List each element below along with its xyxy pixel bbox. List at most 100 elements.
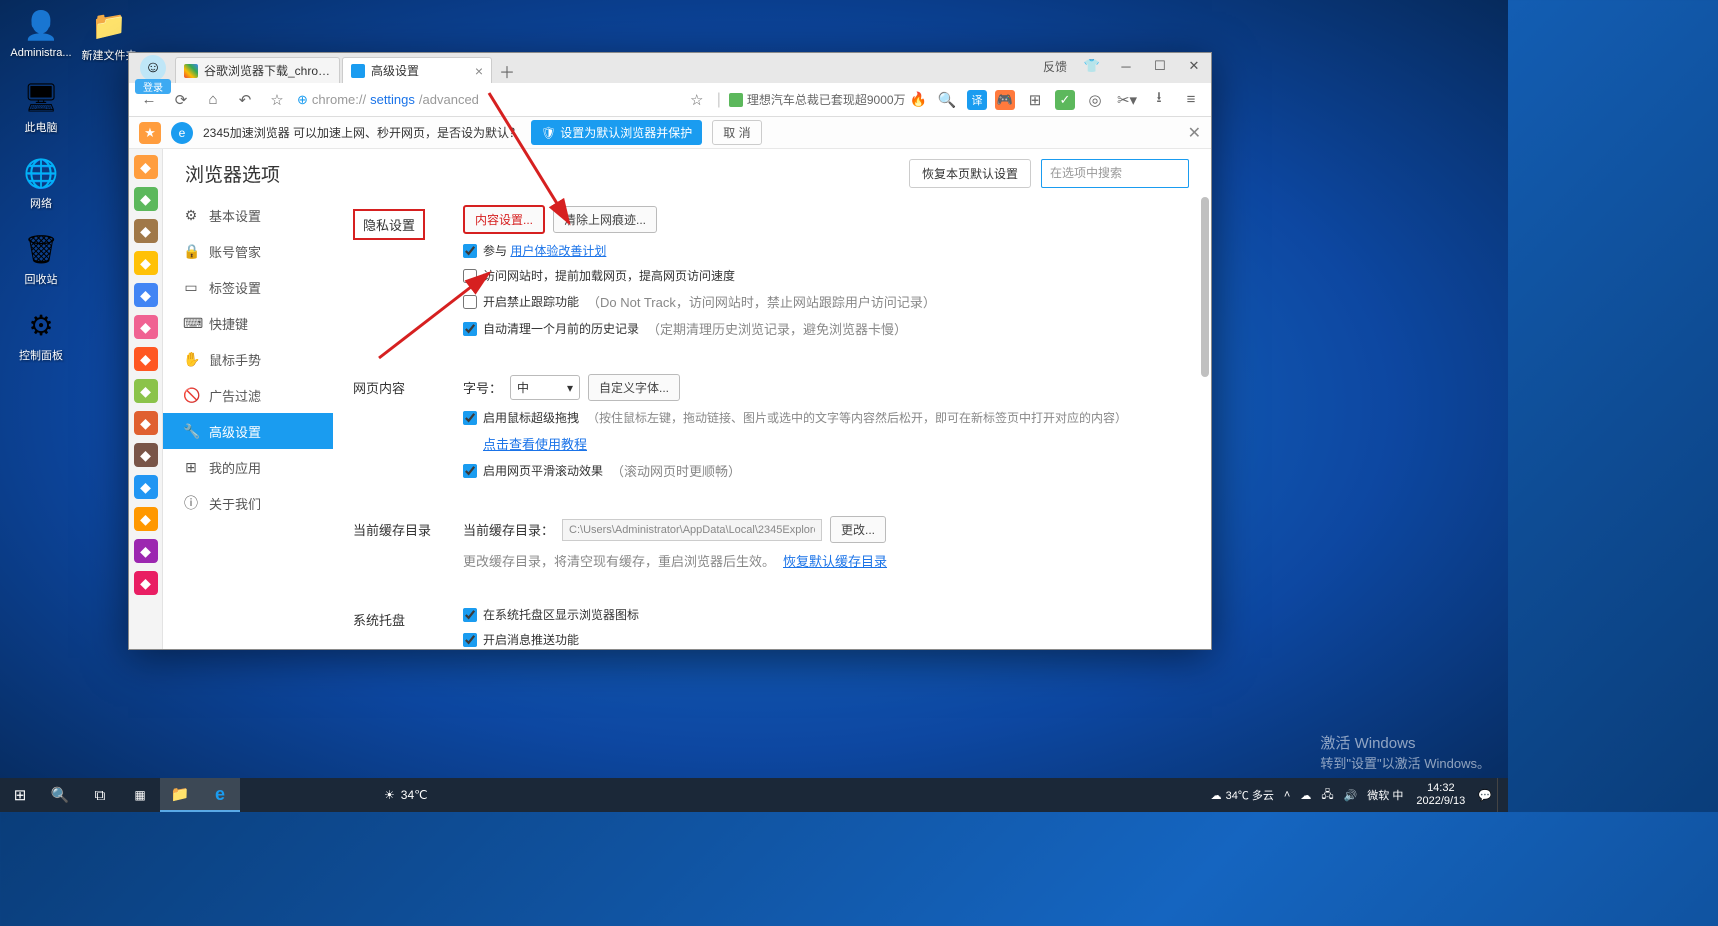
- show-desktop[interactable]: [1497, 778, 1508, 812]
- taskbar-search-button[interactable]: 🔍: [40, 778, 80, 812]
- undo-button[interactable]: ↶: [233, 88, 257, 112]
- apps-icon[interactable]: ⊞: [1023, 88, 1047, 112]
- rail-app-icon[interactable]: ◆: [134, 411, 158, 435]
- rail-app-icon[interactable]: ◆: [134, 443, 158, 467]
- rail-app-icon[interactable]: ◆: [134, 507, 158, 531]
- favorite-button[interactable]: ☆: [265, 88, 289, 112]
- custom-font-button[interactable]: 自定义字体...: [588, 374, 680, 401]
- privacy-label-highlighted: 隐私设置: [353, 209, 425, 240]
- volume-icon[interactable]: 🔊: [1339, 778, 1363, 812]
- avatar-login[interactable]: ☺ 登录: [135, 55, 171, 94]
- menu-icon[interactable]: ≡: [1179, 88, 1203, 112]
- ux-plan-link[interactable]: 用户体验改善计划: [510, 244, 606, 258]
- scrollbar[interactable]: [1201, 197, 1209, 649]
- url-display[interactable]: ⊕ chrome://settings/advanced: [297, 92, 479, 108]
- notifications-icon[interactable]: 💬: [1473, 778, 1497, 812]
- tab-close-icon[interactable]: ×: [475, 63, 483, 79]
- desktop-icon[interactable]: 🌐网络: [10, 153, 72, 211]
- home-button[interactable]: ⌂: [201, 88, 225, 112]
- ime-indicator[interactable]: 微软 中: [1362, 778, 1408, 812]
- nav-item-我的应用[interactable]: ⊞我的应用: [163, 449, 333, 485]
- rail-app-icon[interactable]: ◆: [134, 187, 158, 211]
- rail-app-icon[interactable]: ◆: [134, 475, 158, 499]
- search-input[interactable]: [1041, 159, 1189, 188]
- search-icon[interactable]: 🔍: [935, 88, 959, 112]
- promo-close-button[interactable]: ✕: [1188, 123, 1201, 143]
- rail-app-icon[interactable]: ◆: [134, 379, 158, 403]
- game-icon[interactable]: 🎮: [995, 90, 1015, 110]
- apps-grid-button[interactable]: ▦: [120, 778, 160, 812]
- rail-app-icon[interactable]: ◆: [134, 539, 158, 563]
- checkbox-tray-icon[interactable]: 在系统托盘区显示浏览器图标: [463, 606, 639, 623]
- font-size-select[interactable]: 中▾: [510, 375, 580, 400]
- taskbar-browser[interactable]: e: [200, 778, 240, 812]
- window-close-button[interactable]: ✕: [1181, 55, 1207, 77]
- checkbox-auto-clear[interactable]: 自动清理一个月前的历史记录: [463, 320, 639, 337]
- desktop-ico-glyph: 🖥: [21, 77, 61, 117]
- browser-tab[interactable]: 谷歌浏览器下载_chrome浏览: [175, 57, 340, 83]
- window-skin-icon[interactable]: 👕: [1079, 55, 1105, 77]
- taskbar-weather-left[interactable]: ☀34℃: [384, 788, 428, 802]
- checkbox-push[interactable]: 开启消息推送功能: [463, 631, 579, 648]
- checkbox-smooth-scroll[interactable]: 启用网页平滑滚动效果: [463, 462, 603, 479]
- rail-app-icon[interactable]: ◆: [134, 347, 158, 371]
- feedback-link[interactable]: 反馈: [1043, 58, 1067, 75]
- start-button[interactable]: ⊞: [0, 778, 40, 812]
- nav-item-广告过滤[interactable]: 🚫广告过滤: [163, 377, 333, 413]
- window-maximize-button[interactable]: ☐: [1147, 55, 1173, 77]
- content-settings-button[interactable]: 内容设置...: [463, 205, 545, 234]
- section-tray: 系统托盘 在系统托盘区显示浏览器图标 开启消息推送功能 开启消息闪动提醒: [353, 606, 1191, 649]
- change-cache-button[interactable]: 更改...: [830, 516, 886, 543]
- capture-icon[interactable]: ◎: [1083, 88, 1107, 112]
- tutorial-link[interactable]: 点击查看使用教程: [483, 434, 587, 453]
- desktop-icon[interactable]: 🖥此电脑: [10, 77, 72, 135]
- clear-browsing-button[interactable]: 清除上网痕迹...: [553, 206, 657, 233]
- rail-app-icon[interactable]: ◆: [134, 251, 158, 275]
- taskbar-weather-right[interactable]: ☁ 34℃ 多云: [1206, 778, 1279, 812]
- nav-item-关于我们[interactable]: ⓘ关于我们: [163, 485, 333, 521]
- nav-item-高级设置[interactable]: 🔧高级设置: [163, 413, 333, 449]
- taskbar-explorer[interactable]: 📁: [160, 778, 200, 812]
- bookmark-star-icon[interactable]: ☆: [685, 88, 709, 112]
- reload-button[interactable]: ⟳: [169, 88, 193, 112]
- checkbox-ux-plan[interactable]: 参与 用户体验改善计划: [463, 242, 606, 259]
- desktop-icon[interactable]: 👤Administra...: [10, 5, 72, 59]
- checkbox-super-drag[interactable]: 启用鼠标超级拖拽: [463, 409, 579, 426]
- rail-app-icon[interactable]: ◆: [134, 219, 158, 243]
- checkbox-dnt[interactable]: 开启禁止跟踪功能: [463, 293, 579, 310]
- restore-cache-link[interactable]: 恢复默认缓存目录: [783, 551, 887, 570]
- checkbox-preload[interactable]: 访问网站时，提前加载网页，提高网页访问速度: [463, 267, 735, 284]
- desktop-icon[interactable]: ⚙控制面板: [10, 305, 72, 363]
- set-default-button[interactable]: 🛡 设置为默认浏览器并保护: [531, 120, 702, 145]
- promo-cancel-button[interactable]: 取 消: [712, 120, 761, 145]
- nav-item-账号管家[interactable]: 🔒账号管家: [163, 233, 333, 269]
- scissors-icon[interactable]: ✂▾: [1115, 88, 1139, 112]
- desktop-icon[interactable]: 🗑回收站: [10, 229, 72, 287]
- nav-item-快捷键[interactable]: ⌨快捷键: [163, 305, 333, 341]
- rail-app-icon[interactable]: ◆: [134, 571, 158, 595]
- rail-app-icon[interactable]: ◆: [134, 315, 158, 339]
- new-tab-button[interactable]: ＋: [494, 59, 520, 83]
- onedrive-icon[interactable]: ☁: [1295, 778, 1316, 812]
- promo-bar: ★ e 2345加速浏览器 可以加速上网、秒开网页，是否设为默认？ 🛡 设置为默…: [129, 117, 1211, 149]
- window-minimize-button[interactable]: ─: [1113, 55, 1139, 77]
- browser-tab[interactable]: 高级设置×: [342, 57, 492, 83]
- download-icon[interactable]: ⭳: [1147, 88, 1171, 112]
- taskbar-clock[interactable]: 14:322022/9/13: [1408, 782, 1473, 808]
- rail-app-icon[interactable]: ◆: [134, 283, 158, 307]
- rail-app-icon[interactable]: ◆: [134, 155, 158, 179]
- nav-item-标签设置[interactable]: ▭标签设置: [163, 269, 333, 305]
- chevron-up-icon[interactable]: ˄: [1279, 778, 1295, 812]
- nav-item-鼠标手势[interactable]: ✋鼠标手势: [163, 341, 333, 377]
- hot-news-link[interactable]: 理想汽车总裁已套现超9000万 🔥: [729, 91, 927, 108]
- translate-icon[interactable]: 译: [967, 90, 987, 110]
- desktop-ico-glyph: 👤: [21, 5, 61, 45]
- network-icon[interactable]: 🖧: [1316, 778, 1338, 812]
- avatar-icon: ☺: [140, 55, 166, 81]
- task-view-button[interactable]: ⧉: [80, 778, 120, 812]
- shield-icon[interactable]: ✓: [1055, 90, 1075, 110]
- sun-icon: ☀: [384, 788, 395, 802]
- nav-item-基本设置[interactable]: ⚙基本设置: [163, 197, 333, 233]
- nav-icon: 🔧: [183, 423, 199, 440]
- restore-defaults-button[interactable]: 恢复本页默认设置: [909, 159, 1031, 188]
